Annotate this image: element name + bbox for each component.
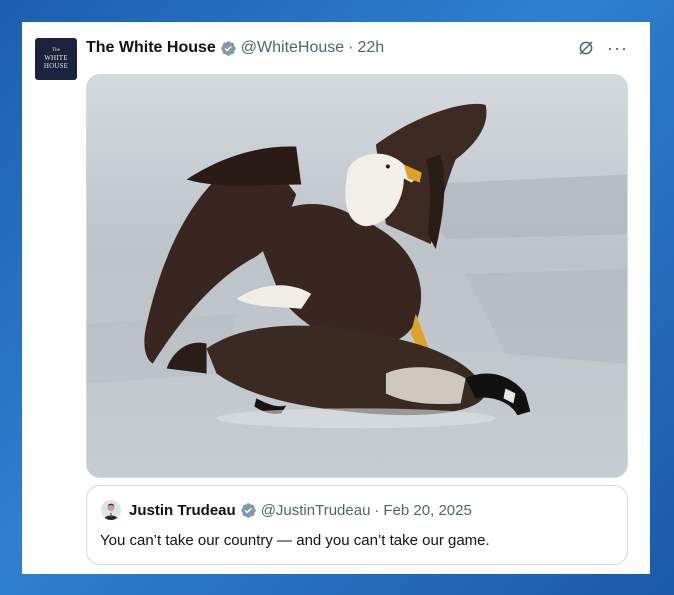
post-header: The White House @WhiteHouse · 22h	[86, 38, 384, 58]
quoted-post-header: Justin Trudeau @JustinTrudeau · Feb 20, …	[101, 500, 472, 520]
header-actions: ···	[577, 39, 628, 57]
post-card[interactable]: The WHITE HOUSE The White House @WhiteHo…	[22, 22, 650, 574]
quoted-author-handle[interactable]: @JustinTrudeau	[261, 502, 371, 519]
trudeau-avatar[interactable]	[101, 500, 121, 520]
avatar-line-3: HOUSE	[43, 62, 69, 70]
separator-dot: ·	[374, 501, 380, 519]
quoted-post-text: You can’t take our country — and you can…	[100, 532, 490, 549]
post-image[interactable]	[86, 74, 628, 478]
separator-dot: ·	[348, 39, 354, 56]
author-handle[interactable]: @WhiteHouse	[241, 39, 344, 57]
verified-badge-icon	[240, 502, 256, 518]
author-name[interactable]: The White House	[86, 39, 216, 57]
verified-badge-icon	[221, 40, 236, 56]
more-options-icon[interactable]: ···	[607, 39, 628, 57]
avatar-line-2: WHITE	[44, 54, 68, 62]
eagle-goose-photo	[87, 75, 627, 477]
white-house-avatar[interactable]: The WHITE HOUSE	[35, 38, 77, 80]
person-avatar-icon	[101, 500, 121, 520]
grok-icon[interactable]	[577, 39, 595, 57]
quoted-post-date[interactable]: Feb 20, 2025	[383, 502, 471, 519]
quoted-post[interactable]: Justin Trudeau @JustinTrudeau · Feb 20, …	[86, 485, 628, 565]
quoted-author-name[interactable]: Justin Trudeau	[129, 502, 236, 519]
post-time[interactable]: 22h	[358, 39, 385, 57]
